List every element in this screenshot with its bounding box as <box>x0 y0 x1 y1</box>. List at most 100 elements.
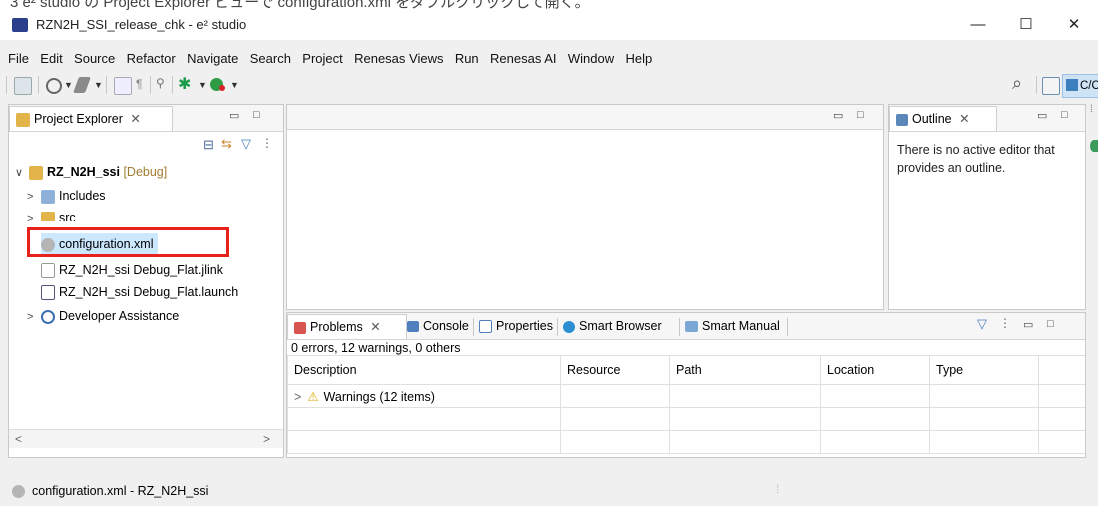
tab-problems[interactable]: Problems ✕ <box>287 314 407 339</box>
tab-properties[interactable]: Properties <box>479 314 553 338</box>
minimize-view-icon[interactable]: ▭ <box>229 109 239 122</box>
includes-icon <box>41 189 55 204</box>
tree-label: RZ_N2H_ssi Debug_Flat.jlink <box>59 263 223 277</box>
tab-console[interactable]: Console <box>407 314 469 338</box>
column-resource[interactable]: Resource <box>560 355 670 385</box>
highlight-box <box>27 227 229 257</box>
close-button[interactable]: ✕ <box>1054 14 1094 36</box>
build-gear-icon[interactable] <box>46 78 62 94</box>
tree-item-jlink[interactable]: RZ_N2H_ssi Debug_Flat.jlink <box>41 259 223 281</box>
tab-project-explorer[interactable]: Project Explorer ✕ <box>9 106 173 131</box>
tab-smart-browser[interactable]: Smart Browser <box>563 314 662 338</box>
tree-item-includes[interactable]: > Includes <box>27 185 106 207</box>
menu-file[interactable]: File <box>4 48 33 70</box>
globe-icon <box>563 320 575 333</box>
collapse-all-icon[interactable]: ⊟ <box>203 137 214 153</box>
warnings-cell[interactable]: > ⚠ Warnings (12 items) <box>287 384 561 408</box>
table-cell <box>669 430 821 454</box>
expand-right-icon[interactable]: > <box>27 208 41 221</box>
tree-item-launch[interactable]: RZ_N2H_ssi Debug_Flat.launch <box>41 281 238 303</box>
maximize-view-icon[interactable]: □ <box>253 109 260 121</box>
close-tab-icon[interactable]: ✕ <box>130 112 140 126</box>
column-path[interactable]: Path <box>669 355 821 385</box>
minimized-view-icon[interactable]: ⁞ <box>1090 104 1093 115</box>
minimize-button[interactable]: — <box>958 14 998 36</box>
menu-run[interactable]: Run <box>451 48 483 70</box>
tab-label: Smart Browser <box>579 319 662 333</box>
help-icon <box>41 309 55 324</box>
tree-item-src[interactable]: > src <box>27 207 76 221</box>
menu-refactor[interactable]: Refactor <box>123 48 180 70</box>
view-menu-icon[interactable]: ⋮ <box>999 316 1011 330</box>
scroll-right-icon[interactable]: > <box>263 432 270 446</box>
search-icon[interactable]: ⌕ <box>1012 73 1022 94</box>
toolbar: ▼ ▼ ¶ ⚲ ✱ ▼ ▼ ⌕ C/C++ <box>0 72 1098 98</box>
bottom-tab-header: Problems ✕ Console Properties Smart Brow… <box>287 313 1085 340</box>
column-description[interactable]: Description <box>287 355 561 385</box>
debug-bug-icon[interactable]: ✱ <box>178 74 191 94</box>
search-small-icon[interactable]: ⚲ <box>156 76 165 90</box>
column-location[interactable]: Location <box>820 355 930 385</box>
minimize-view-icon[interactable]: ▭ <box>1037 109 1047 122</box>
dropdown-arrow-icon[interactable]: ▼ <box>230 80 239 90</box>
filter-icon[interactable]: ▽ <box>977 316 987 332</box>
hammer-icon[interactable] <box>73 77 91 93</box>
link-editor-icon[interactable]: ⇆ <box>221 136 232 152</box>
menu-source[interactable]: Source <box>70 48 119 70</box>
dropdown-arrow-icon[interactable]: ▼ <box>64 80 73 90</box>
table-cell <box>1038 407 1085 431</box>
expand-right-icon[interactable]: > <box>294 390 301 404</box>
toolbar-separator <box>1036 76 1037 94</box>
minimize-view-icon[interactable]: ▭ <box>833 109 843 122</box>
expand-right-icon[interactable]: > <box>27 306 41 328</box>
horizontal-scrollbar[interactable]: < > <box>9 429 283 448</box>
minimize-view-icon[interactable]: ▭ <box>1023 318 1033 331</box>
maximize-view-icon[interactable]: □ <box>1047 318 1054 330</box>
close-tab-icon[interactable]: ✕ <box>959 112 969 126</box>
column-type[interactable]: Type <box>929 355 1039 385</box>
open-perspective-icon[interactable] <box>1042 77 1060 95</box>
toolbar-separator <box>172 76 173 94</box>
expand-right-icon[interactable]: > <box>27 186 41 208</box>
table-cell <box>669 407 821 431</box>
menu-renesas-views[interactable]: Renesas Views <box>350 48 447 70</box>
menu-search[interactable]: Search <box>246 48 295 70</box>
filter-icon[interactable]: ▽ <box>241 136 251 152</box>
dropdown-arrow-icon[interactable]: ▼ <box>94 80 103 90</box>
tree-item-developer-assistance[interactable]: > Developer Assistance <box>27 305 179 327</box>
menu-renesas-ai[interactable]: Renesas AI <box>486 48 561 70</box>
minimized-outline-icon[interactable] <box>1090 140 1098 152</box>
tab-smart-manual[interactable]: Smart Manual <box>685 314 780 338</box>
toolbar-separator <box>150 76 151 94</box>
console-icon <box>407 321 419 333</box>
maximize-view-icon[interactable]: □ <box>1061 109 1068 121</box>
run-badge-icon <box>219 85 225 91</box>
table-cell <box>287 407 561 431</box>
table-cell <box>560 430 670 454</box>
table-header-row: Description Resource Path Location Type <box>287 355 1085 385</box>
save-icon[interactable] <box>14 77 32 95</box>
column-filler <box>1038 355 1085 385</box>
menu-project[interactable]: Project <box>298 48 346 70</box>
menu-window[interactable]: Window <box>564 48 618 70</box>
dropdown-arrow-icon[interactable]: ▼ <box>198 80 207 90</box>
new-file-icon[interactable] <box>114 77 132 95</box>
maximize-view-icon[interactable]: □ <box>857 109 864 121</box>
table-row <box>287 407 1085 431</box>
menu-navigate[interactable]: Navigate <box>183 48 242 70</box>
close-tab-icon[interactable]: ✕ <box>370 320 380 334</box>
pilcrow-icon[interactable]: ¶ <box>136 77 142 91</box>
launch-file-icon <box>41 285 55 301</box>
book-icon <box>685 321 698 333</box>
view-menu-icon[interactable]: ⋮ <box>261 136 273 150</box>
maximize-button[interactable]: ☐ <box>1006 14 1046 36</box>
status-bar: configuration.xml - RZ_N2H_ssi ⁞ <box>0 472 1098 506</box>
scroll-left-icon[interactable]: < <box>15 432 22 446</box>
expand-down-icon[interactable]: ∨ <box>15 162 29 184</box>
tab-outline[interactable]: Outline ✕ <box>889 106 997 131</box>
perspective-cpp-button[interactable]: C/C++ <box>1062 74 1098 98</box>
menu-edit[interactable]: Edit <box>36 48 66 70</box>
tree-project-root[interactable]: ∨ RZ_N2H_ssi [Debug] <box>15 161 167 183</box>
menu-help[interactable]: Help <box>621 48 656 70</box>
table-row[interactable]: > ⚠ Warnings (12 items) <box>287 384 1085 408</box>
